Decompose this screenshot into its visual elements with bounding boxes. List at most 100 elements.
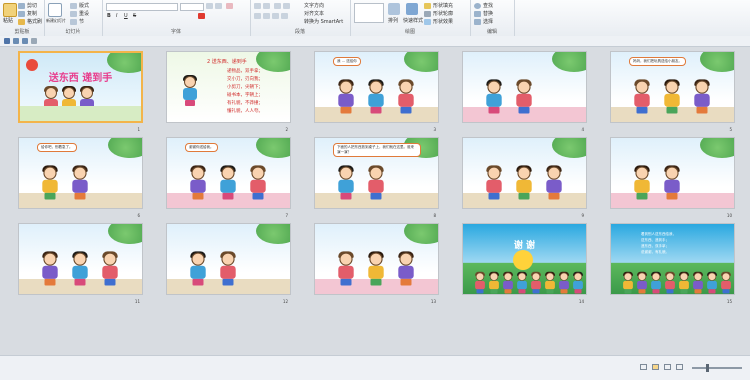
save-icon[interactable]: [4, 38, 10, 44]
zoom-slider[interactable]: [692, 367, 742, 369]
new-slide-button[interactable]: 新建幻灯片: [46, 18, 66, 24]
slide-thumbnail-14[interactable]: 谢 谢: [462, 223, 587, 295]
format-painter-button[interactable]: 格式刷: [27, 19, 42, 25]
layout-button[interactable]: 版式: [79, 3, 89, 9]
font-size-combo[interactable]: [180, 3, 204, 11]
child-figure: [188, 251, 208, 286]
copy-button[interactable]: 复制: [27, 11, 37, 17]
align-left-icon[interactable]: [254, 13, 261, 19]
text-line: 看到别人送东西给我，: [641, 232, 676, 236]
group-label-drawing: 绘图: [404, 29, 415, 35]
reading-view-icon[interactable]: [664, 364, 671, 370]
slide-number: 11: [134, 299, 140, 304]
slide-thumbnail-3[interactable]: 我 … 送给你: [314, 51, 439, 123]
slide-number: 9: [581, 213, 584, 218]
find-icon[interactable]: [474, 3, 481, 9]
slide-thumbnail-8[interactable]: 下面的人把东西放到桌子上，我们就在这里。谁来演一演？: [314, 137, 439, 209]
child-figure: [544, 271, 557, 294]
decrease-indent-icon[interactable]: [274, 3, 281, 9]
font-color-icon[interactable]: [198, 13, 205, 19]
bullets-icon[interactable]: [254, 3, 261, 9]
customize-qat-icon[interactable]: [31, 38, 37, 44]
underline-icon[interactable]: U: [124, 13, 128, 19]
group-label-font: 字体: [170, 29, 181, 35]
clear-format-icon[interactable]: [226, 3, 233, 9]
shape-effects-icon[interactable]: [424, 19, 431, 25]
slide-thumbnail-11[interactable]: [18, 223, 143, 295]
slide-number: 2: [285, 127, 288, 132]
redo-icon[interactable]: [22, 38, 28, 44]
new-slide-icon[interactable]: [48, 3, 62, 17]
arrange-icon[interactable]: [388, 3, 400, 15]
child-figure: [692, 271, 705, 294]
arrange-button[interactable]: 排列: [388, 18, 398, 24]
slide-thumbnail-4[interactable]: [462, 51, 587, 123]
font-name-combo[interactable]: [106, 3, 178, 11]
slide-number: 12: [282, 299, 288, 304]
slide-thumbnail-12[interactable]: [166, 223, 291, 295]
slide-thumbnail-15[interactable]: 看到别人送东西给我， 送东西、递到手； 递东西，双手拿； 说谢谢，有礼貌。: [610, 223, 735, 295]
group-label-clipboard: 剪贴板: [14, 29, 30, 35]
text-line: 送东西、递到手；: [641, 238, 669, 242]
zoom-slider-thumb[interactable]: [706, 364, 709, 372]
shape-outline-icon[interactable]: [424, 11, 431, 17]
child-figure: [336, 79, 356, 114]
replace-icon[interactable]: [474, 11, 481, 17]
cut-icon[interactable]: [18, 3, 25, 9]
slide-thumbnail-7[interactable]: 谢谢你送给我。: [166, 137, 291, 209]
select-button[interactable]: 选择: [483, 19, 493, 25]
slide-thumbnail-9[interactable]: [462, 137, 587, 209]
slide-sorter-view-icon[interactable]: [652, 364, 659, 370]
align-text-button[interactable]: 对齐文本: [304, 11, 324, 17]
slide-thumbnail-6[interactable]: 给你吧，别着急了。: [18, 137, 143, 209]
slideshow-view-icon[interactable]: [676, 364, 683, 370]
shape-fill-button[interactable]: 形状填充: [433, 3, 453, 9]
slide-thumbnail-1[interactable]: 送东西 递到手: [18, 51, 143, 123]
paste-button[interactable]: 粘贴: [3, 18, 13, 24]
quick-access-bar: [0, 36, 750, 47]
section-icon[interactable]: [70, 19, 77, 25]
quick-styles-button[interactable]: 快速样式: [403, 18, 423, 24]
shape-outline-button[interactable]: 形状轮廓: [433, 11, 453, 17]
slide-thumbnail-5[interactable]: 妈妈，我们把玩具送给小朋友。: [610, 51, 735, 123]
layout-icon[interactable]: [70, 3, 77, 9]
child-figure: [664, 271, 677, 294]
shape-effects-button[interactable]: 形状效果: [433, 19, 453, 25]
replace-button[interactable]: 替换: [483, 11, 493, 17]
strikethrough-icon[interactable]: S: [133, 13, 136, 19]
cut-button[interactable]: 剪切: [27, 3, 37, 9]
paste-icon[interactable]: [3, 3, 17, 17]
italic-icon[interactable]: I: [116, 13, 117, 19]
reset-icon[interactable]: [70, 11, 77, 17]
shape-fill-icon[interactable]: [424, 3, 431, 9]
child-figure: [516, 271, 529, 294]
group-drawing: 排列 快速样式 形状填充 形状轮廓 形状效果 绘图: [350, 0, 471, 36]
quick-styles-icon[interactable]: [406, 3, 418, 15]
slide-thumbnail-10[interactable]: [610, 137, 735, 209]
find-button[interactable]: 查找: [483, 3, 493, 9]
shapes-gallery[interactable]: [354, 3, 384, 23]
child-figure: [70, 251, 90, 286]
format-painter-icon[interactable]: [18, 19, 25, 25]
group-font: B I U S 字体: [102, 0, 251, 36]
align-center-icon[interactable]: [263, 13, 270, 19]
reset-button[interactable]: 重设: [79, 11, 89, 17]
slide-number: 6: [137, 213, 140, 218]
text-direction-button[interactable]: 文字方向: [304, 3, 324, 9]
undo-icon[interactable]: [13, 38, 19, 44]
convert-smartart-button[interactable]: 转换为 SmartArt: [304, 19, 343, 25]
grow-font-icon[interactable]: [206, 3, 213, 9]
align-right-icon[interactable]: [272, 13, 279, 19]
bold-icon[interactable]: B: [107, 13, 111, 19]
slide-thumbnail-2[interactable]: 2 送东西、递到手 递物品，双手拿； 交小刀，刃向我； 小剪刀，尖朝下； 碰书本，字朝上…: [166, 51, 291, 123]
copy-icon[interactable]: [18, 11, 25, 17]
increase-indent-icon[interactable]: [283, 3, 290, 9]
slide-thumbnail-13[interactable]: [314, 223, 439, 295]
section-button[interactable]: 节: [79, 19, 84, 25]
normal-view-icon[interactable]: [640, 364, 647, 370]
numbering-icon[interactable]: [263, 3, 270, 9]
select-icon[interactable]: [474, 19, 481, 25]
justify-icon[interactable]: [281, 13, 288, 19]
shrink-font-icon[interactable]: [215, 3, 222, 9]
child-figure: [706, 271, 719, 294]
